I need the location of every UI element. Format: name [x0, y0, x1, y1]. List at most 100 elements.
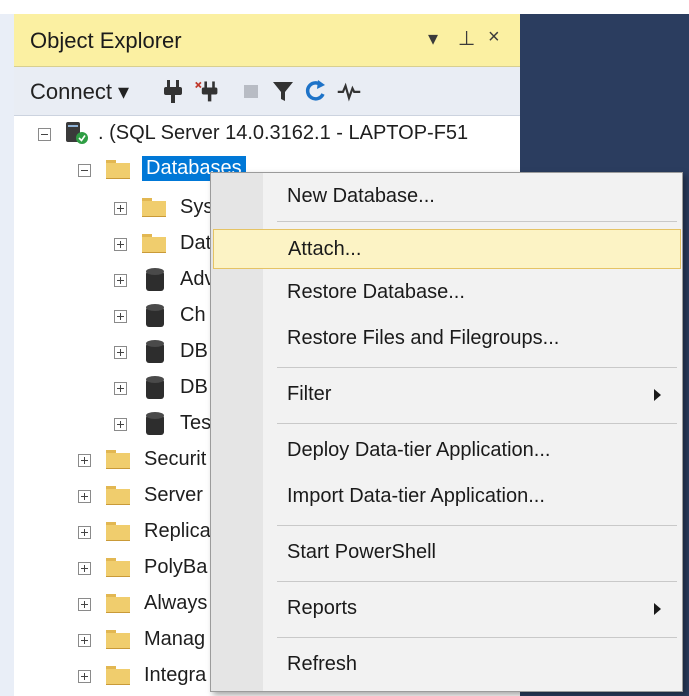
folder-icon: [106, 630, 130, 649]
menu-separator: [277, 367, 677, 368]
tree-label: PolyBa: [144, 556, 208, 578]
folder-icon: [106, 666, 130, 685]
menu-item-filter[interactable]: Filter: [213, 375, 679, 413]
menu-separator: [277, 525, 677, 526]
folder-icon: [106, 450, 130, 469]
stop-icon[interactable]: [238, 77, 264, 105]
tree-node-database[interactable]: DB: [14, 334, 224, 368]
folder-icon: [106, 522, 130, 541]
database-icon: [146, 268, 164, 292]
window-frame-left: [0, 14, 14, 696]
tree-node-polybase[interactable]: PolyBa: [14, 550, 224, 584]
tree-node-integration-services[interactable]: Integra: [14, 658, 224, 692]
expand-icon[interactable]: [78, 490, 91, 503]
menu-item-start-powershell[interactable]: Start PowerShell: [213, 533, 679, 571]
object-explorer-toolbar: Connect ▾: [14, 67, 520, 116]
menu-item-label: Filter: [287, 383, 332, 405]
server-icon: [66, 122, 88, 144]
menu-item-refresh[interactable]: Refresh: [213, 645, 679, 683]
window-frame-top: [0, 0, 689, 14]
menu-item-label: Start PowerShell: [287, 541, 436, 563]
database-icon: [146, 412, 164, 436]
expand-icon[interactable]: [78, 670, 91, 683]
expand-icon[interactable]: [114, 202, 127, 215]
expand-icon[interactable]: [114, 418, 127, 431]
tree-node-server-objects[interactable]: Server: [14, 478, 224, 512]
tree-node-always-on[interactable]: Always: [14, 586, 224, 620]
menu-item-label: Deploy Data-tier Application...: [287, 439, 551, 461]
window-position-dropdown-icon[interactable]: ▾: [428, 26, 438, 51]
tree-node-database[interactable]: Ch: [14, 298, 224, 332]
tree-label: Dat: [180, 232, 212, 254]
tree-node-server[interactable]: . (SQL Server 14.0.3162.1 - LAPTOP-F51: [14, 116, 520, 150]
tree-label: Always: [144, 592, 208, 614]
tree-label: Sys: [180, 196, 214, 218]
folder-icon: [106, 160, 130, 179]
menu-item-attach[interactable]: Attach...: [213, 229, 681, 269]
menu-item-import-data-tier-application[interactable]: Import Data-tier Application...: [213, 477, 679, 515]
panel-title-bar: Object Explorer ▾ ⊥ ×: [14, 14, 520, 67]
tree-node-database[interactable]: Tes: [14, 406, 224, 440]
menu-item-restore-database[interactable]: Restore Database...: [213, 273, 679, 311]
menu-separator: [277, 581, 677, 582]
menu-item-label: Import Data-tier Application...: [287, 485, 545, 507]
activity-monitor-icon[interactable]: [336, 77, 362, 105]
database-icon: [146, 376, 164, 400]
tree-label: Replica: [144, 520, 211, 542]
tree-node-management[interactable]: Manag: [14, 622, 224, 656]
tree-label: DB: [180, 340, 208, 362]
menu-item-label: Reports: [287, 597, 358, 619]
expand-icon[interactable]: [114, 382, 127, 395]
pin-icon[interactable]: ⊥: [458, 26, 475, 51]
connect-object-explorer-icon[interactable]: [160, 77, 186, 105]
tree-node-replication[interactable]: Replica: [14, 514, 224, 548]
context-menu: New Database... Attach... Restore Databa…: [210, 172, 683, 692]
panel-title: Object Explorer: [30, 28, 182, 53]
tree-node-security[interactable]: Securit: [14, 442, 224, 476]
menu-item-label: New Database...: [287, 185, 435, 207]
tree-label: Manag: [144, 628, 206, 650]
menu-item-reports[interactable]: Reports: [213, 589, 679, 627]
menu-item-deploy-data-tier-application[interactable]: Deploy Data-tier Application...: [213, 431, 679, 469]
expand-icon[interactable]: [78, 598, 91, 611]
disconnect-icon[interactable]: [194, 77, 220, 105]
menu-item-new-database[interactable]: New Database...: [213, 177, 679, 215]
tree-label: Ch: [180, 304, 206, 326]
tree-label: DB: [180, 376, 208, 398]
expand-icon[interactable]: [114, 346, 127, 359]
expand-icon[interactable]: [78, 634, 91, 647]
database-icon: [146, 304, 164, 328]
folder-icon: [142, 234, 166, 253]
expand-icon[interactable]: [78, 562, 91, 575]
expand-icon[interactable]: [114, 310, 127, 323]
submenu-arrow-icon: [654, 389, 661, 401]
refresh-icon[interactable]: [302, 77, 328, 105]
expand-icon[interactable]: [78, 526, 91, 539]
menu-item-restore-files-and-filegroups[interactable]: Restore Files and Filegroups...: [213, 319, 679, 357]
filter-icon[interactable]: [270, 77, 296, 105]
folder-icon: [106, 594, 130, 613]
tree-label: Tes: [180, 412, 212, 434]
folder-icon: [106, 558, 130, 577]
menu-item-label: Refresh: [287, 653, 358, 675]
database-icon: [146, 340, 164, 364]
submenu-arrow-icon: [654, 603, 661, 615]
connect-button[interactable]: Connect ▾: [30, 79, 129, 105]
expand-icon[interactable]: [114, 238, 127, 251]
collapse-icon[interactable]: [38, 128, 51, 141]
tree-node-system-databases[interactable]: Sys: [14, 190, 224, 224]
folder-icon: [142, 198, 166, 217]
expand-icon[interactable]: [114, 274, 127, 287]
tree-label: Integra: [144, 664, 207, 686]
server-label: . (SQL Server 14.0.3162.1 - LAPTOP-F51: [98, 122, 469, 144]
tree-node-database[interactable]: Adv: [14, 262, 224, 296]
tree-label: Server: [144, 484, 203, 506]
tree-label: Securit: [144, 448, 207, 470]
folder-icon: [106, 486, 130, 505]
expand-icon[interactable]: [78, 454, 91, 467]
close-icon[interactable]: ×: [488, 26, 500, 49]
tree-node-database-snapshots[interactable]: Dat: [14, 226, 224, 260]
collapse-icon[interactable]: [78, 164, 91, 177]
tree-node-database[interactable]: DB: [14, 370, 224, 404]
menu-separator: [277, 221, 677, 222]
